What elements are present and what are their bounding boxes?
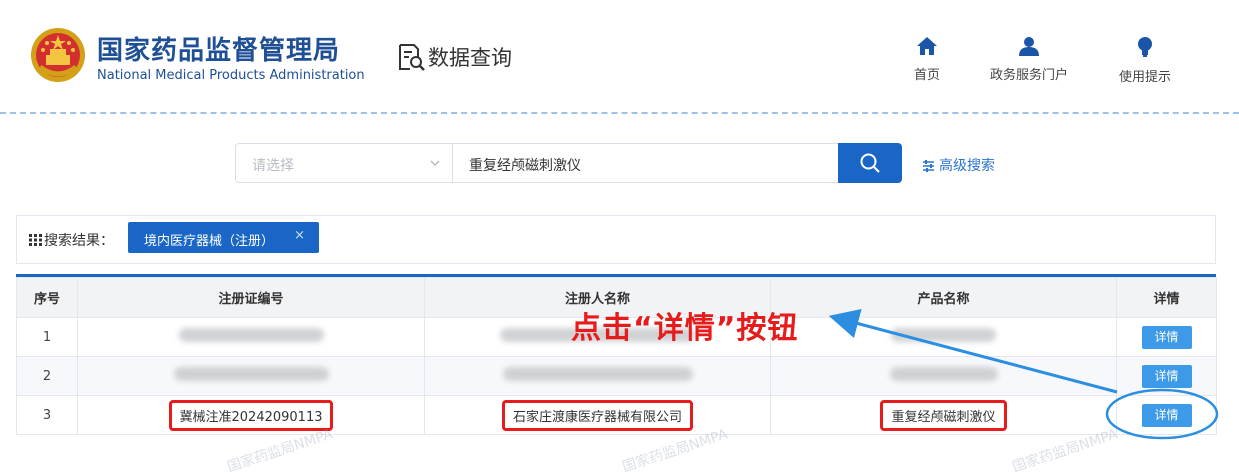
- site-header: 国家药品监督管理局 National Medical Products Admi…: [0, 0, 1239, 114]
- header-seq: 序号: [16, 277, 78, 318]
- results-label-text: 搜索结果：: [44, 233, 114, 249]
- row-seq: 3: [16, 395, 78, 435]
- nav-usage-tips[interactable]: 使用提示: [1119, 36, 1171, 85]
- org-name-cn: 国家药品监督管理局: [97, 36, 341, 66]
- nav-home[interactable]: 首页: [914, 36, 940, 83]
- redacted-product: [770, 356, 1117, 396]
- search-button[interactable]: [838, 143, 902, 183]
- search-icon: [860, 153, 880, 173]
- close-icon[interactable]: ×: [294, 228, 305, 243]
- category-select-placeholder: 请选择: [252, 158, 294, 174]
- grid-icon: [29, 234, 42, 246]
- filter-tag-label: 境内医疗器械（注册）: [144, 234, 275, 249]
- results-table: 序号 注册证编号 注册人名称 产品名称 详情 1 详情 2 详情 3 冀械注准2…: [16, 274, 1217, 435]
- home-icon: [917, 37, 937, 55]
- search-input-value: 重复经颅磁刺激仪: [469, 158, 581, 174]
- table-row: 3 冀械注准20242090113 石家庄渡康医疗器械有限公司 重复经颅磁刺激仪…: [16, 395, 1217, 435]
- detail-cell: 详情: [1116, 356, 1217, 396]
- redacted-product: [770, 317, 1117, 357]
- detail-button[interactable]: 详情: [1141, 403, 1192, 427]
- nav-home-label: 首页: [914, 68, 941, 83]
- header-product: 产品名称: [770, 277, 1117, 318]
- detail-button[interactable]: 详情: [1141, 325, 1192, 349]
- registrant-highlight: 石家庄渡康医疗器械有限公司: [501, 399, 693, 431]
- chevron-down-icon: [430, 160, 440, 167]
- redacted-cert-no: [77, 356, 425, 396]
- row-seq: 2: [16, 356, 78, 396]
- org-name-en: National Medical Products Administration: [97, 68, 365, 83]
- redacted-cert-no: [77, 317, 425, 357]
- nav-service-portal[interactable]: 政务服务门户: [990, 36, 1068, 83]
- section-title: 数据查询: [428, 46, 512, 70]
- cert-no-cell: 冀械注准20242090113: [77, 395, 425, 435]
- results-bar: 搜索结果： 境内医疗器械（注册） ×: [16, 215, 1216, 264]
- advanced-search-link[interactable]: 高级搜索: [922, 155, 995, 175]
- advanced-search-label: 高级搜索: [939, 158, 995, 174]
- detail-cell: 详情: [1116, 395, 1217, 435]
- nav-service-portal-label: 政务服务门户: [990, 68, 1069, 83]
- redacted-registrant: [424, 356, 771, 396]
- user-icon: [1019, 37, 1039, 56]
- nav-usage-tips-label: 使用提示: [1119, 70, 1172, 85]
- header-cert-no: 注册证编号: [77, 277, 425, 318]
- header-divider: [0, 112, 1239, 114]
- header-detail: 详情: [1116, 277, 1217, 318]
- category-select[interactable]: 请选择: [235, 143, 453, 183]
- cert-no-highlight: 冀械注准20242090113: [168, 399, 334, 431]
- data-query-icon: [399, 44, 425, 71]
- row-seq: 1: [16, 317, 78, 357]
- product-highlight: 重复经颅磁刺激仪: [880, 399, 1007, 431]
- annotation-callout: 点击“详情”按钮: [571, 311, 799, 346]
- product-cell: 重复经颅磁刺激仪: [770, 395, 1117, 435]
- search-input[interactable]: 重复经颅磁刺激仪: [452, 143, 839, 183]
- national-emblem-icon: [31, 28, 85, 82]
- results-label: 搜索结果：: [29, 230, 114, 250]
- table-row: 2 详情: [16, 356, 1217, 396]
- filter-tag-domestic-device[interactable]: 境内医疗器械（注册） ×: [128, 222, 319, 253]
- filter-sliders-icon: [923, 160, 934, 172]
- detail-cell: 详情: [1116, 317, 1217, 357]
- lightbulb-icon: [1138, 37, 1152, 57]
- detail-button[interactable]: 详情: [1141, 364, 1192, 388]
